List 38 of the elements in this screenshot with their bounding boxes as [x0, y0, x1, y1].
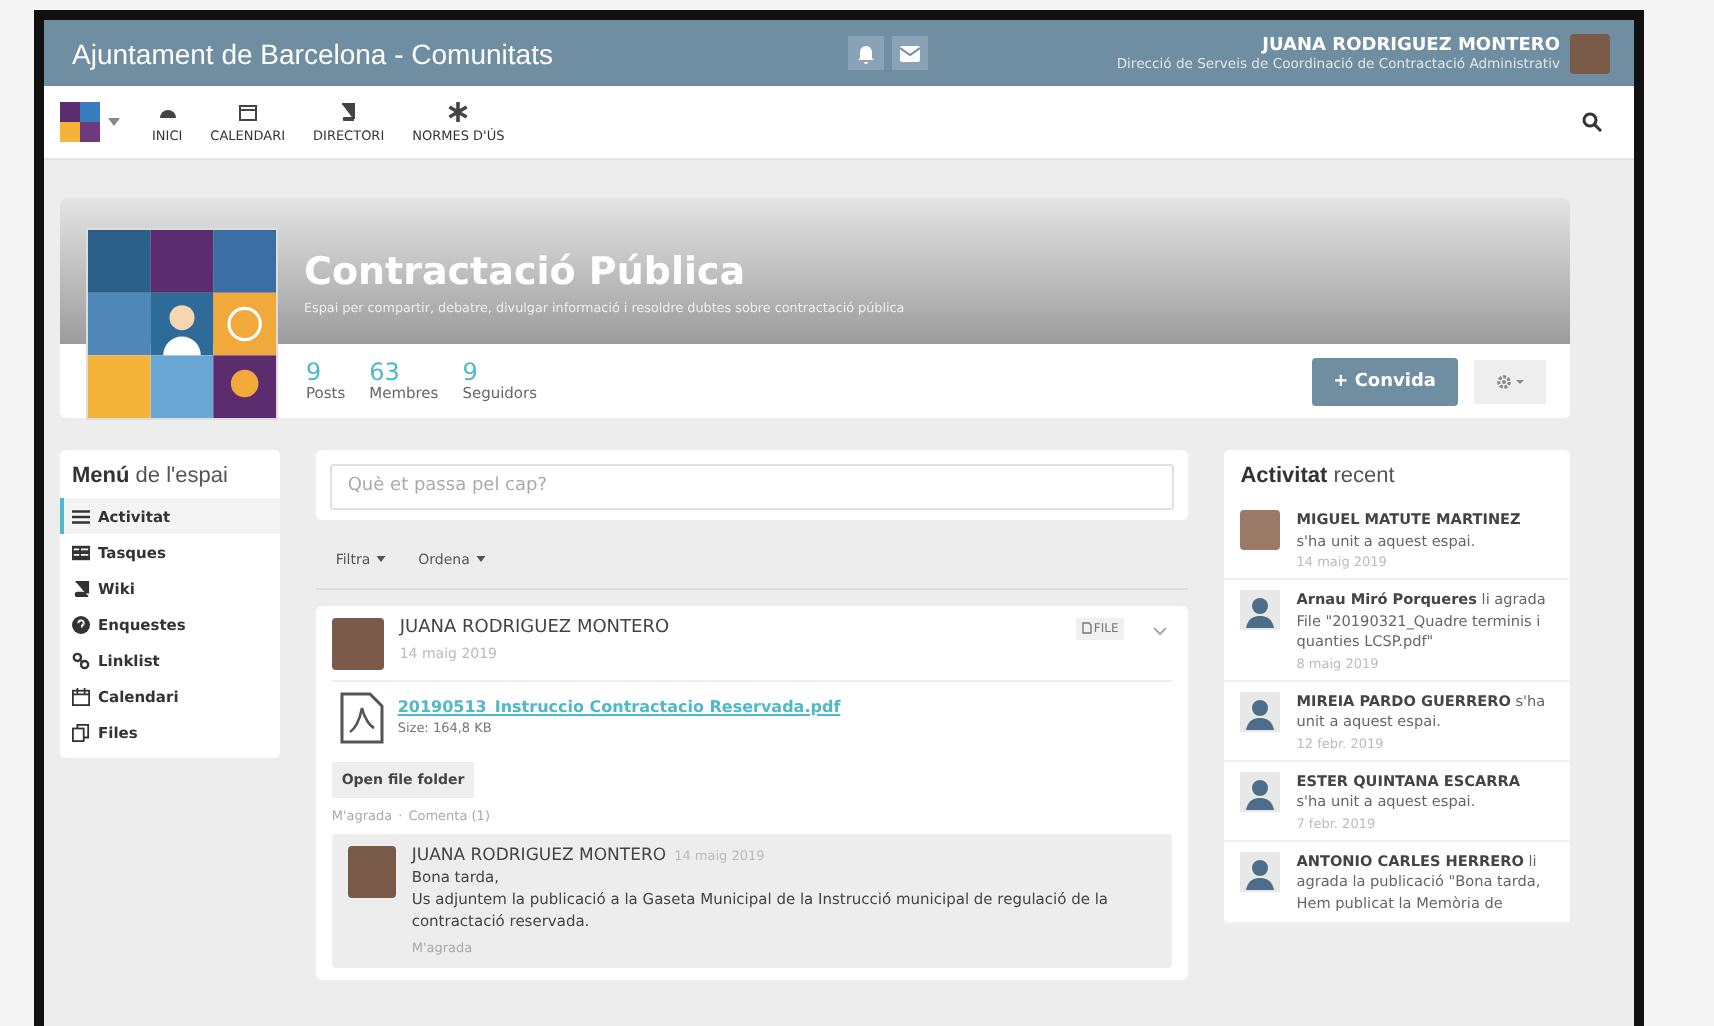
user-silhouette-icon[interactable] [1240, 691, 1281, 731]
commenter-name[interactable]: JUANA RODRIGUEZ MONTERO [411, 845, 667, 865]
activity-title: Activitat recent [1238, 464, 1397, 492]
user-silhouette-icon[interactable] [1240, 590, 1281, 630]
commenter-avatar[interactable] [347, 845, 396, 897]
stat-count: 9 [462, 360, 478, 384]
notifications-button[interactable] [848, 36, 885, 70]
author-name[interactable]: JUANA RODRIGUEZ MONTERO [399, 617, 1060, 637]
space-title: Contractació Pública [304, 250, 748, 294]
search-icon[interactable] [1582, 112, 1602, 132]
stat-count: 9 [306, 360, 322, 384]
stat-count: 63 [369, 360, 400, 384]
gear-icon [1496, 373, 1524, 389]
pdf-file-icon [339, 691, 384, 743]
logo-tiles-icon[interactable] [60, 102, 100, 142]
settings-button[interactable] [1474, 359, 1546, 403]
document-icon [1081, 622, 1092, 634]
menu-title: Menú de l'espai [70, 464, 230, 492]
caret-icon [475, 556, 486, 562]
user-silhouette-icon[interactable] [1240, 851, 1281, 891]
calendar-icon [237, 101, 258, 121]
list-icon [72, 507, 90, 525]
user-silhouette-icon[interactable] [1240, 771, 1281, 811]
question-icon [72, 615, 90, 633]
calendar-icon [72, 687, 90, 705]
caret-icon[interactable] [108, 118, 120, 126]
asterisk-icon [448, 101, 469, 121]
link-icon [72, 651, 90, 669]
messages-button[interactable] [892, 36, 929, 70]
author-avatar[interactable] [331, 617, 384, 669]
caret-icon [376, 556, 387, 562]
files-icon [72, 723, 90, 741]
user-avatar[interactable] [1240, 510, 1281, 550]
tasks-icon [72, 543, 90, 561]
site-title: Ajuntament de Barcelona - Comunitats [72, 37, 553, 69]
bell-icon [856, 43, 877, 63]
envelope-icon [900, 45, 921, 61]
post-input-field[interactable]: Què et passa pel cap? [329, 463, 1175, 509]
